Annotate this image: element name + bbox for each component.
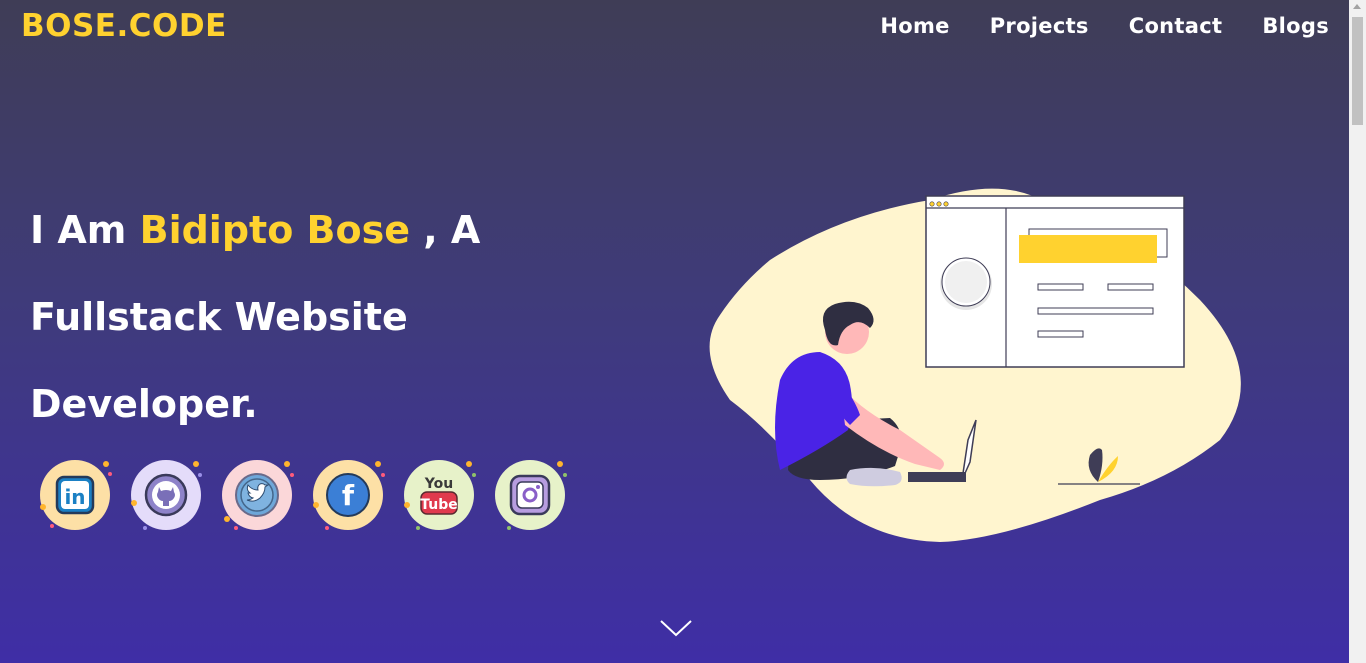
youtube-icon: You Tube [416,472,462,518]
hero-heading-line-2: Fullstack Website [30,295,408,339]
youtube-label-top: You [424,476,453,492]
scroll-up-arrow-icon[interactable] [1353,4,1361,9]
facebook-link[interactable]: f [313,460,385,530]
main-nav: Home Projects Contact Blogs [880,14,1329,38]
nav-projects[interactable]: Projects [990,14,1089,38]
browser-window [925,195,1185,368]
github-link[interactable] [131,460,202,530]
hero-heading-line-1: I Am Bidipto Bose , A [30,208,480,252]
youtube-link[interactable]: You Tube [404,460,476,530]
twitter-link[interactable] [222,460,294,530]
page: BOSE.CODE Home Projects Contact Blogs I … [0,0,1349,663]
facebook-icon: f [325,472,371,518]
hero-prefix: I Am [30,208,140,252]
instagram-link[interactable] [495,460,567,530]
nav-home[interactable]: Home [880,14,949,38]
twitter-icon [234,472,280,518]
vertical-scrollbar[interactable] [1349,0,1366,663]
hero-illustration [700,180,1260,554]
facebook-label: f [342,479,355,512]
developer-illustration [709,188,1241,543]
linkedin-icon: in [55,475,95,515]
linkedin-label: in [64,485,85,509]
hero-heading-line-3: Developer. [30,382,258,426]
scrollbar-thumb[interactable] [1352,17,1363,125]
scroll-down-chevron-icon[interactable] [658,615,694,643]
hero-suffix: , A [410,208,481,252]
instagram-icon [508,473,552,517]
brand-logo[interactable]: BOSE.CODE [21,8,227,44]
linkedin-link[interactable]: in [40,460,112,530]
hero-name: Bidipto Bose [139,208,410,252]
youtube-label-bottom: Tube [420,497,458,513]
github-icon [144,473,188,517]
nav-contact[interactable]: Contact [1129,14,1223,38]
nav-blogs[interactable]: Blogs [1262,14,1329,38]
